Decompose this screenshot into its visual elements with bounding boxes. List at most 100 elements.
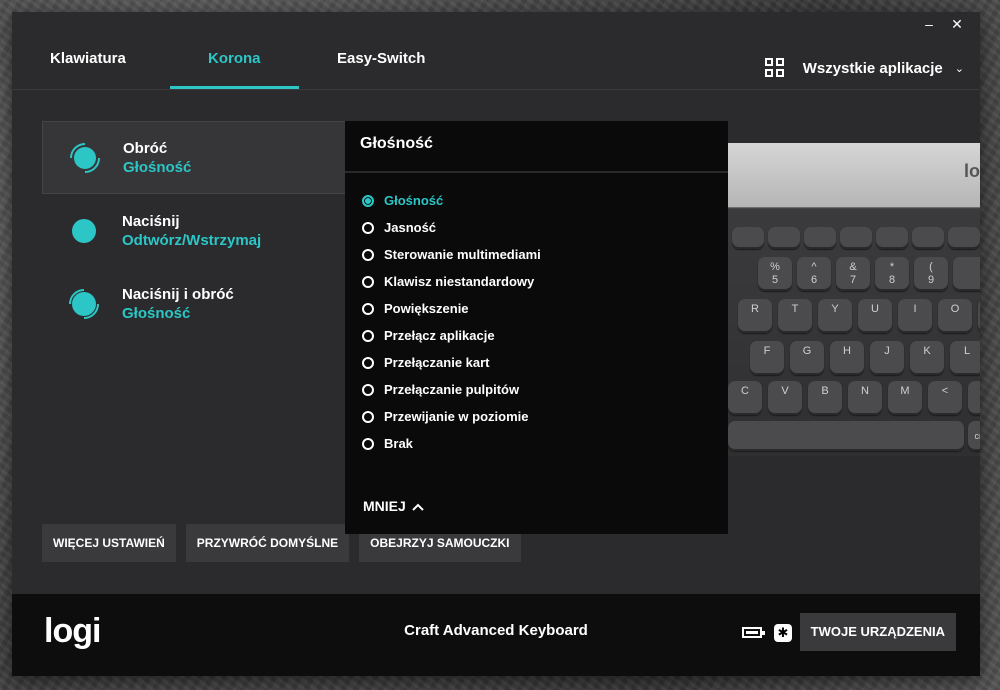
dropdown-option[interactable]: Sterowanie multimediami <box>362 241 541 268</box>
keyboard-key: P <box>978 299 980 333</box>
keyboard-key: J <box>870 341 904 375</box>
radio-icon <box>362 221 374 234</box>
less-button[interactable]: MNIEJ <box>363 498 424 514</box>
dropdown-option-label: Przewijanie w poziomie <box>384 409 529 424</box>
dropdown-option[interactable]: Jasność <box>362 214 541 241</box>
keyboard-key: K <box>910 341 944 375</box>
tab-easy-switch[interactable]: Easy-Switch <box>337 50 425 67</box>
keyboard-key: ^ 6 <box>797 257 831 291</box>
radio-icon <box>362 329 374 342</box>
dropdown-option[interactable]: Przełącz aplikacje <box>362 322 541 349</box>
action-rotate[interactable]: Obróć Głośność <box>42 121 352 194</box>
chevron-down-icon: ⌄ <box>954 62 964 75</box>
active-tab-indicator <box>170 86 299 89</box>
keyboard-key <box>912 227 944 249</box>
keyboard-key <box>804 227 836 249</box>
dropdown-options: Głośność Jasność Sterowanie multimediami Kl… <box>362 187 541 457</box>
keyboard-key: R <box>738 299 772 333</box>
keyboard-key: T <box>778 299 812 333</box>
dropdown-option-label: Brak <box>384 436 413 451</box>
apps-selector-label: Wszystkie aplikacje <box>802 59 943 77</box>
tab-crown[interactable]: Korona <box>208 50 261 67</box>
keyboard-key <box>953 257 980 291</box>
keyboard-logo: lo <box>964 161 980 181</box>
keyboard-spacebar <box>728 421 964 451</box>
dropdown-option-label: Przełącz aplikacje <box>384 328 495 343</box>
keyboard-key: O <box>938 299 972 333</box>
keyboard-key: I <box>898 299 932 333</box>
header: Klawiatura Korona Easy-Switch Wszystkie … <box>12 12 980 90</box>
crown-press-icon <box>66 213 102 249</box>
radio-icon <box>362 383 374 396</box>
action-value: Głośność <box>123 158 192 176</box>
dropdown-option[interactable]: Przełączanie pulpitów <box>362 376 541 403</box>
keyboard-key: ( 9 <box>914 257 948 291</box>
battery-icon <box>742 627 765 638</box>
dropdown-title: Głośność <box>360 135 433 152</box>
tab-keyboard[interactable]: Klawiatura <box>50 50 126 67</box>
keyboard-key-cmd: cmd <box>968 421 980 451</box>
radio-icon <box>362 248 374 261</box>
dropdown-divider <box>345 171 728 173</box>
function-dropdown: Głośność Głośność Jasność Sterowanie multi… <box>345 121 728 534</box>
action-title: Naciśnij <box>122 212 180 230</box>
action-press-rotate[interactable]: Naciśnij i obróć Głośność <box>42 267 352 340</box>
grid-icon <box>764 58 785 78</box>
dropdown-option[interactable]: Przewijanie w poziomie <box>362 403 541 430</box>
keyboard-key: Y <box>818 299 852 333</box>
more-settings-button[interactable]: WIĘCEJ USTAWIEŃ <box>42 524 176 562</box>
dropdown-option-label: Głośność <box>384 193 444 208</box>
keyboard-key: B <box>808 381 842 415</box>
dropdown-option[interactable]: Przełączanie kart <box>362 349 541 376</box>
unifying-receiver-icon: ✱ <box>774 624 792 642</box>
chevron-up-icon <box>412 498 424 514</box>
keyboard-key: % 5 <box>758 257 792 291</box>
keyboard-key <box>948 227 980 249</box>
keyboard-key: & 7 <box>836 257 870 291</box>
options-window: – ✕ Klawiatura Korona Easy-Switch Wszyst… <box>12 12 980 676</box>
keyboard-key: < <box>928 381 962 415</box>
dropdown-option-label: Przełączanie pulpitów <box>384 382 520 397</box>
keyboard-key <box>876 227 908 249</box>
dropdown-option-label: Jasność <box>384 220 437 235</box>
action-press[interactable]: Naciśnij Odtwórz/Wstrzymaj <box>42 194 352 267</box>
keyboard-key: * 8 <box>875 257 909 291</box>
keyboard-key: G <box>790 341 824 375</box>
radio-icon <box>362 275 374 288</box>
dropdown-option-label: Powiększenie <box>384 301 469 316</box>
radio-icon <box>362 437 374 450</box>
keyboard-key: N <box>848 381 882 415</box>
dropdown-option[interactable]: Głośność <box>362 187 541 214</box>
keyboard-key: F <box>750 341 784 375</box>
radio-icon <box>362 302 374 315</box>
dropdown-option-label: Przełączanie kart <box>384 355 490 370</box>
dropdown-option[interactable]: Powiększenie <box>362 295 541 322</box>
dropdown-option[interactable]: Brak <box>362 430 541 457</box>
radio-icon <box>362 356 374 369</box>
your-devices-button[interactable]: TWOJE URZĄDZENIA <box>799 613 956 651</box>
keyboard-key: L <box>950 341 980 375</box>
dropdown-option-label: Sterowanie multimediami <box>384 247 541 262</box>
footer: logi Craft Advanced Keyboard ✱ TWOJE URZ… <box>12 594 980 676</box>
keyboard-key: M <box>888 381 922 415</box>
keyboard-key: V <box>768 381 802 415</box>
restore-defaults-button[interactable]: PRZYWRÓĆ DOMYŚLNE <box>185 524 350 562</box>
keyboard-key: U <box>858 299 892 333</box>
keyboard-key <box>840 227 872 249</box>
crown-action-list: Obróć Głośność Naciśnij Odtwórz/Wstrzyma… <box>42 121 352 340</box>
dropdown-option-label: Klawisz niestandardowy <box>384 274 535 289</box>
action-title: Obróć <box>123 139 168 157</box>
action-value: Głośność <box>122 304 191 322</box>
radio-icon <box>362 410 374 423</box>
keyboard-key: H <box>830 341 864 375</box>
keyboard-image: lo % 5^ 6& 7* 8( 9 RTYUIOP FGHJKL CVBNM<> cm… <box>728 143 980 456</box>
apps-selector[interactable]: Wszystkie aplikacje ⌄ <box>764 58 964 78</box>
keyboard-key: C <box>728 381 762 415</box>
radio-icon <box>362 194 374 207</box>
crown-press-rotate-icon <box>66 286 102 322</box>
action-value: Odtwórz/Wstrzymaj <box>122 231 262 249</box>
action-title: Naciśnij i obróć <box>122 285 234 303</box>
dropdown-option[interactable]: Klawisz niestandardowy <box>362 268 541 295</box>
keyboard-key <box>768 227 800 249</box>
crown-rotate-icon <box>67 140 103 176</box>
